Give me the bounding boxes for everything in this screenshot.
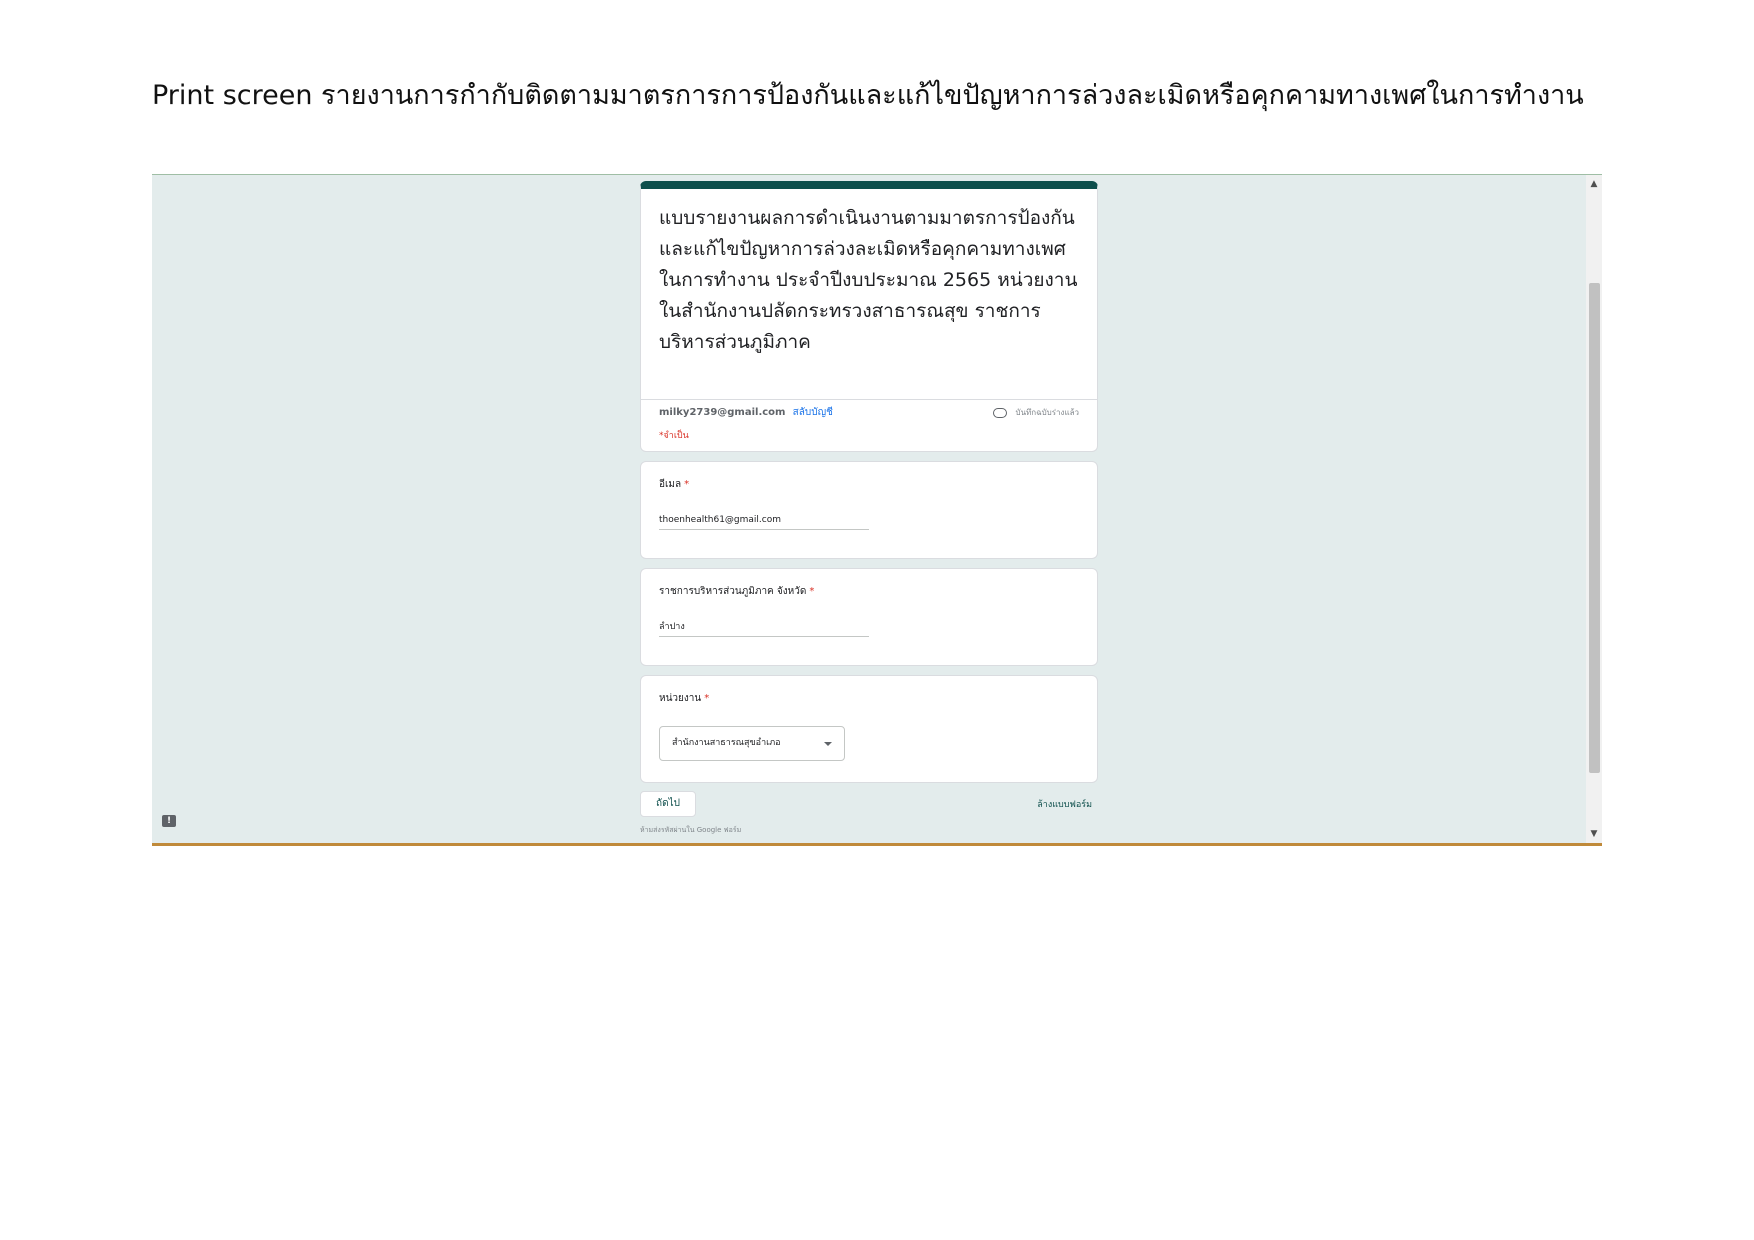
form-actions: ถัดไป ล้างแบบฟอร์ม [640,791,1098,823]
question-label: อีเมล * [659,478,1079,492]
question-label-text: หน่วยงาน [659,693,702,704]
question-card-unit: หน่วยงาน * สำนักงานสาธารณสุขอำเภอ [640,675,1098,783]
question-label: ราชการบริหารส่วนภูมิภาค จังหวัด * [659,585,1079,599]
form-screenshot: แบบรายงานผลการดำเนินงานตามมาตรการป้องกัน… [152,174,1602,846]
question-label-text: อีเมล [659,479,682,490]
required-note: *จำเป็น [659,431,689,441]
unit-select-value: สำนักงานสาธารณสุขอำเภอ [672,738,781,748]
draft-status: บันทึกฉบับร่างแล้ว [992,400,1079,426]
scroll-up-icon[interactable]: ▲ [1586,177,1602,191]
chevron-down-icon [824,742,832,746]
province-field[interactable]: ลำปาง [659,619,869,637]
clear-form-link[interactable]: ล้างแบบฟอร์ม [1037,797,1092,811]
question-label: หน่วยงาน * [659,692,1079,706]
scrollbar[interactable]: ▲ ▼ [1586,175,1602,843]
form-title: แบบรายงานผลการดำเนินงานตามมาตรการป้องกัน… [659,207,1078,353]
account-row: milky2739@gmail.com สลับบัญชี บันทึกฉบับ… [641,400,1097,426]
account-email: milky2739@gmail.com [659,407,786,418]
cloud-icon [992,407,1007,418]
required-star: * [704,693,710,704]
document-heading: Print screen รายงานการกำกับติดตามมาตรการ… [152,80,1584,111]
question-card-province: ราชการบริหารส่วนภูมิภาค จังหวัด * ลำปาง [640,568,1098,666]
form-column: แบบรายงานผลการดำเนินงานตามมาตรการป้องกัน… [640,181,1098,835]
next-button[interactable]: ถัดไป [640,791,696,817]
question-card-email: อีเมล * thoenhealth61@gmail.com [640,461,1098,559]
form-title-card: แบบรายงานผลการดำเนินงานตามมาตรการป้องกัน… [640,181,1098,452]
scroll-down-icon[interactable]: ▼ [1586,827,1602,841]
required-star: * [684,479,690,490]
footer-note: ห้ามส่งรหัสผ่านใน Google ฟอร์ม [640,826,742,834]
question-label-text: ราชการบริหารส่วนภูมิภาค จังหวัด [659,586,807,597]
email-field[interactable]: thoenhealth61@gmail.com [659,512,869,530]
scroll-thumb[interactable] [1589,283,1600,773]
required-star: * [809,586,815,597]
switch-account-link[interactable]: สลับบัญชี [793,407,833,418]
unit-select[interactable]: สำนักงานสาธารณสุขอำเภอ [659,726,845,761]
draft-status-text: บันทึกฉบับร่างแล้ว [1015,408,1079,417]
feedback-icon[interactable]: ! [162,815,176,827]
